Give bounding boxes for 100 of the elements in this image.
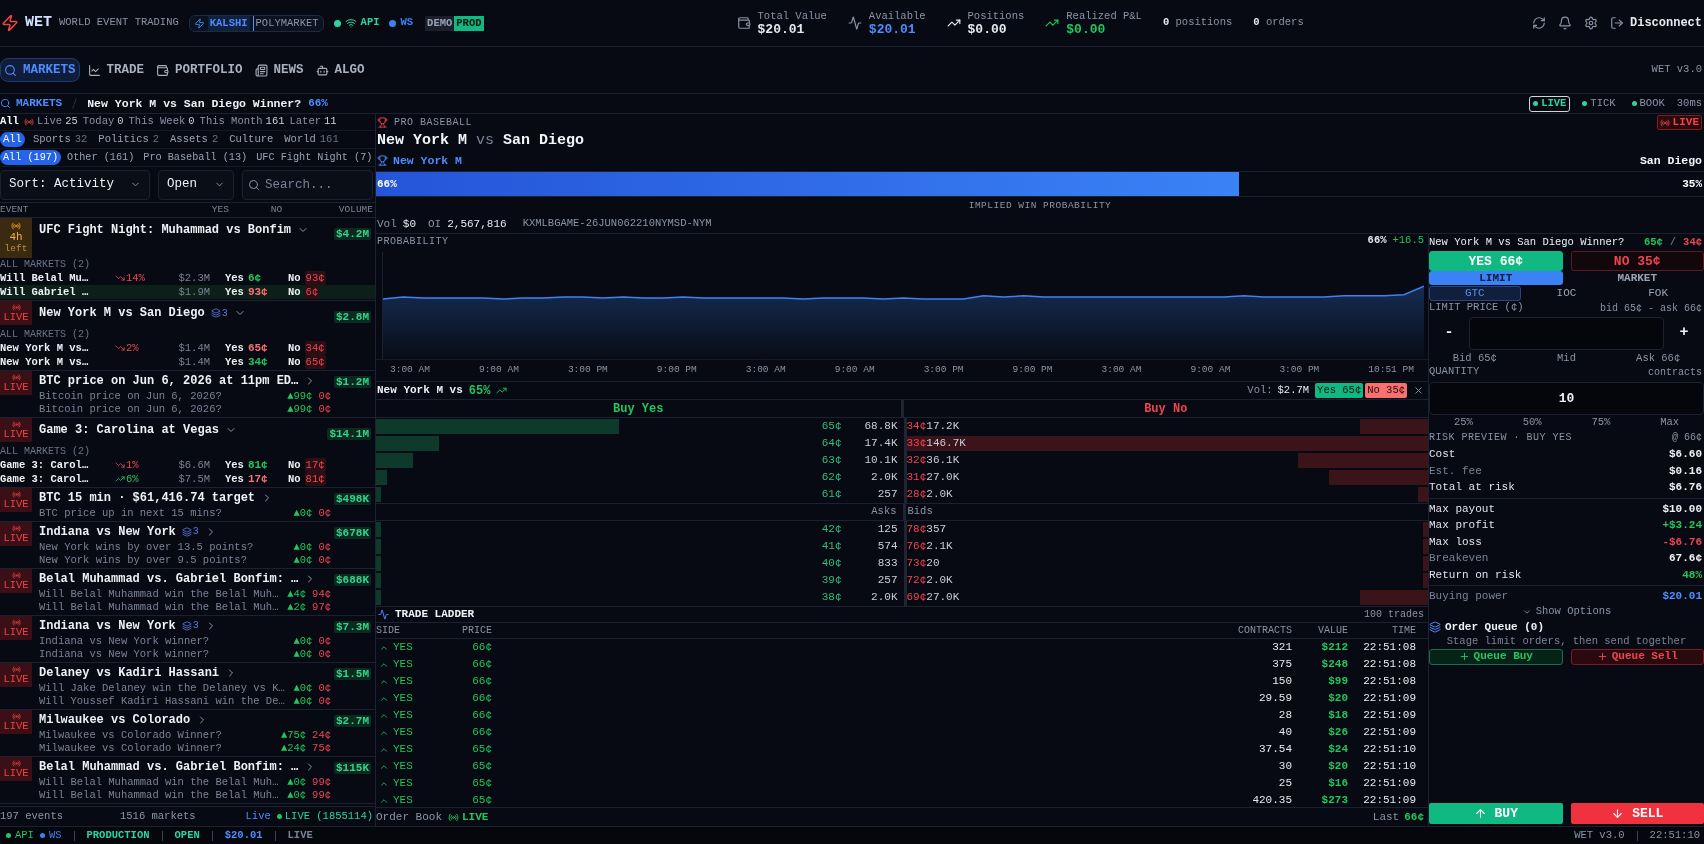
market-row[interactable]: Game 3: Carol… 6% $7.5M Yes 17¢ No 81¢ bbox=[0, 472, 375, 486]
quantity-input[interactable]: 10 bbox=[1429, 382, 1704, 415]
subcategory-filter[interactable]: UFC Fight Night (7) bbox=[253, 149, 376, 166]
category-filter[interactable]: All bbox=[0, 131, 25, 148]
event-title[interactable]: Game 3: Carolina at Vegas bbox=[39, 421, 220, 439]
feed-toggle[interactable]: LIVE bbox=[1529, 95, 1571, 112]
side-button[interactable]: NO 35¢ bbox=[1570, 251, 1704, 271]
increment-button[interactable]: + bbox=[1664, 321, 1704, 345]
time-filter[interactable]: Live 25 bbox=[23, 114, 78, 130]
subcategory-filter[interactable]: Pro Baseball (13) bbox=[140, 149, 251, 166]
yes-price: 63¢ bbox=[821, 453, 842, 469]
nav-tab[interactable]: NEWS bbox=[250, 58, 308, 82]
order-type-tab[interactable]: LIMIT bbox=[1429, 271, 1563, 285]
close-icon[interactable] bbox=[1413, 385, 1424, 396]
event-title[interactable]: Belal Muhammad vs. Gabriel Bonfim: … bbox=[39, 569, 299, 588]
stat-value: $20.01 bbox=[757, 23, 806, 37]
event-title[interactable]: Delaney vs Kadiri Hassani bbox=[39, 663, 220, 682]
trade-value: $18 bbox=[1328, 708, 1348, 724]
breadcrumb-link[interactable]: MARKETS bbox=[0, 95, 63, 112]
quantity-preset[interactable]: 50% bbox=[1522, 416, 1542, 428]
refresh-icon[interactable] bbox=[1532, 16, 1546, 30]
trade-time: 22:51:10 bbox=[1363, 759, 1416, 775]
event-title[interactable]: Belal Muhammad vs. Gabriel Bonfim: … bbox=[39, 757, 299, 776]
search-field[interactable]: Search... bbox=[242, 169, 373, 200]
quantity-preset[interactable]: Max bbox=[1660, 416, 1680, 428]
time-filter[interactable]: Today 0 bbox=[82, 114, 124, 130]
category-filter[interactable]: World 161 bbox=[281, 131, 342, 148]
risk-value: -$6.76 bbox=[1662, 534, 1702, 550]
time-in-force-tab[interactable]: GTC bbox=[1429, 286, 1521, 301]
time-filter[interactable]: Later 11 bbox=[289, 114, 337, 130]
last-price-label: Last bbox=[1372, 809, 1400, 825]
quantity-preset[interactable]: 75% bbox=[1591, 416, 1611, 428]
feed-toggle[interactable]: TICK bbox=[1578, 95, 1620, 112]
price-shortcut[interactable]: Mid bbox=[1557, 351, 1576, 365]
nav-tab[interactable]: PORTFOLIO bbox=[152, 58, 247, 82]
market-row[interactable]: Will Belal Mu… 14% $2.3M Yes 6¢ No 93¢ bbox=[0, 271, 375, 285]
nav-tab[interactable]: TRADE bbox=[83, 58, 149, 82]
queue-button[interactable]: Queue Buy bbox=[1429, 648, 1563, 665]
time-filter[interactable]: This Week 0 bbox=[128, 114, 195, 130]
group-label: ALL MARKETS (2) bbox=[0, 328, 91, 341]
market-row[interactable]: New York M vs… 2% $1.4M Yes 65¢ No 34¢ bbox=[0, 341, 375, 355]
event-title[interactable]: UFC Fight Night: Muhammad vs Bonfim bbox=[39, 221, 292, 239]
subcategory-filter[interactable]: Other (161) bbox=[64, 149, 138, 166]
category-filter[interactable]: Politics 2 bbox=[95, 131, 163, 148]
time-in-force-tab[interactable]: FOK bbox=[1612, 286, 1704, 301]
notifications-icon[interactable] bbox=[1558, 16, 1572, 30]
connection-label: API bbox=[360, 15, 380, 31]
connection-status: WS bbox=[48, 827, 62, 843]
axis-label: 3:00 PM bbox=[923, 363, 964, 378]
event-volume: $1.2M bbox=[334, 375, 371, 388]
quote-separator: / bbox=[1669, 234, 1677, 250]
trade-contracts: 29.59 bbox=[1259, 691, 1292, 707]
category-filter[interactable]: Assets 2 bbox=[167, 131, 222, 148]
yes-price: 62¢ bbox=[821, 470, 842, 486]
exchange-tab[interactable]: POLYMARKET bbox=[252, 15, 321, 31]
limit-price-input[interactable] bbox=[1469, 316, 1664, 350]
subcategory-filter[interactable]: All (197) bbox=[0, 149, 62, 166]
category-filter[interactable]: Sports 32 bbox=[29, 131, 91, 148]
environment-tab[interactable]: PROD bbox=[454, 15, 484, 31]
environment-tab[interactable]: DEMO bbox=[425, 15, 455, 31]
market-row[interactable]: New York M vs… $1.4M Yes 34¢ No 65¢ bbox=[0, 355, 375, 369]
disconnect-button[interactable]: Disconnect bbox=[1610, 14, 1702, 32]
time-filter[interactable]: All bbox=[0, 114, 19, 130]
show-options-toggle[interactable]: Show Options bbox=[1521, 604, 1612, 620]
risk-value: $10.00 bbox=[1662, 501, 1702, 517]
event-volume: $678K bbox=[334, 526, 371, 539]
decrement-button[interactable]: - bbox=[1429, 321, 1469, 345]
order-type-tab[interactable]: MARKET bbox=[1570, 271, 1704, 285]
price-shortcut[interactable]: Ask 66¢ bbox=[1636, 351, 1681, 365]
exchange-tab[interactable]: KALSHI bbox=[207, 15, 250, 31]
event-title[interactable]: BTC price on Jun 6, 2026 at 11pm ED… bbox=[39, 371, 299, 390]
event-title[interactable]: Indiana vs New York bbox=[39, 616, 176, 635]
sell-button[interactable]: SELL bbox=[1570, 803, 1704, 824]
trade-price: 66¢ bbox=[472, 725, 492, 741]
no-label: No bbox=[288, 355, 301, 369]
nav-tab[interactable]: MARKETS bbox=[0, 58, 80, 82]
price-shortcut[interactable]: Bid 65¢ bbox=[1452, 351, 1497, 365]
settings-icon[interactable] bbox=[1584, 16, 1598, 30]
event-title[interactable]: Indiana vs New York bbox=[39, 522, 176, 541]
queue-button[interactable]: Queue Sell bbox=[1570, 648, 1704, 665]
time-filter[interactable]: This Month 161 bbox=[199, 114, 285, 130]
column-header: TIME bbox=[1392, 624, 1416, 638]
status-select[interactable]: Open bbox=[158, 169, 234, 200]
feed-toggle[interactable]: BOOK bbox=[1627, 95, 1669, 112]
event-title[interactable]: New York M vs San Diego bbox=[39, 304, 205, 322]
column-header: PRICE bbox=[462, 624, 492, 638]
nav-tab[interactable]: ALGO bbox=[311, 58, 369, 82]
event-title[interactable]: BTC 15 min · $61,416.74 target bbox=[39, 488, 256, 507]
risk-preview-price: @ 66¢ bbox=[1672, 431, 1702, 445]
category-filter[interactable]: Culture bbox=[226, 131, 277, 148]
sort-select[interactable]: Sort: Activity bbox=[0, 169, 150, 200]
market-name: Game 3: Carol… bbox=[0, 472, 90, 486]
no-price: 31¢ bbox=[906, 470, 927, 486]
time-in-force-tab[interactable]: IOC bbox=[1520, 286, 1613, 301]
live-label: LIVE bbox=[3, 533, 29, 544]
outcome-question: Will Jake Delaney win the Delaney vs K… bbox=[39, 682, 285, 695]
market-row[interactable]: Will Gabriel … $1.9M Yes 93¢ No 6¢ bbox=[0, 285, 375, 299]
market-row[interactable]: Game 3: Carol… 1% $6.6M Yes 81¢ No 17¢ bbox=[0, 458, 375, 472]
quantity-preset[interactable]: 25% bbox=[1453, 416, 1473, 428]
event-title[interactable]: Milwaukee vs Colorado bbox=[39, 710, 191, 729]
